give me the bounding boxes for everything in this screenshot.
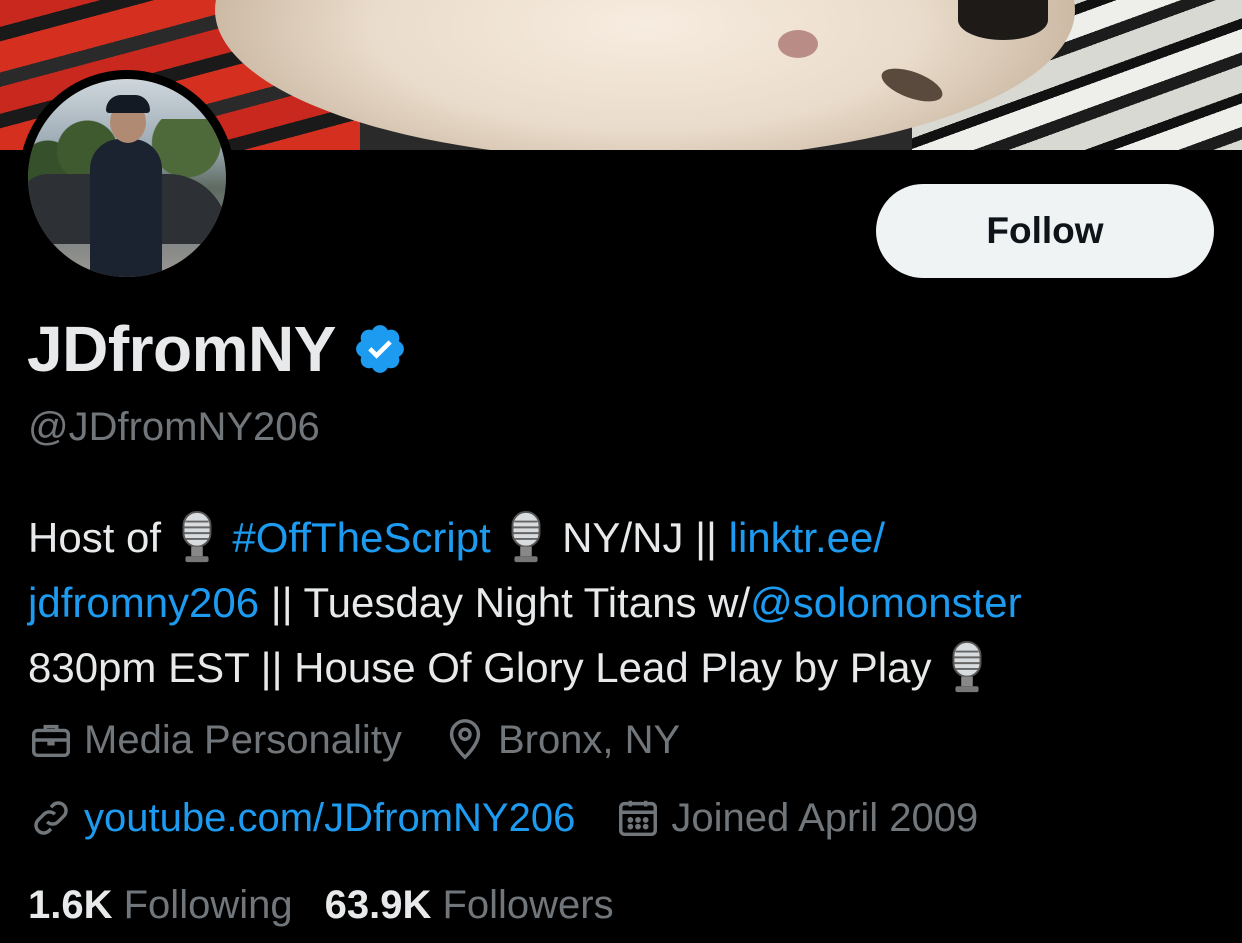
profile-location: Bronx, NY [442,717,680,763]
following-count-link[interactable]: 1.6K Following [28,883,293,928]
microphone-icon [511,510,541,563]
profile-category: Media Personality [28,717,402,763]
bio-text: NY/NJ || [562,514,717,561]
microphone-icon [952,640,982,693]
briefcase-icon [32,724,70,758]
bio-line-2: jdfromny206 || Tuesday Night Titans w/@s… [28,570,1228,635]
profile-bio: Host of #OffTheScript NY/NJ || linktr.ee… [28,505,1228,700]
bio-text: 830pm EST || House Of Glory Lead Play by… [28,644,932,691]
banner-cat-ear [958,0,1048,40]
profile-counts: 1.6K Following 63.9K Followers [28,883,646,928]
category-text: Media Personality [84,717,402,762]
location-text: Bronx, NY [497,717,681,762]
profile-meta-row-2: youtube.com/JDfromNY206 Joined April 200… [28,795,1018,841]
followers-count-link[interactable]: 63.9K Followers [325,883,614,928]
follow-button[interactable]: Follow [876,184,1214,278]
followers-count: 63.9K [324,883,432,927]
profile-website: youtube.com/JDfromNY206 [28,795,575,841]
profile-joined: Joined April 2009 [615,795,978,841]
profile-handle: @JDfromNY206 [28,405,320,449]
website-link[interactable]: youtube.com/JDfromNY206 [84,796,575,841]
profile-meta-row-1: Media Personality Bronx, NY [28,717,720,763]
microphone-icon [182,510,212,563]
bio-mention-link[interactable]: @solomonster [750,579,1021,626]
following-count: 1.6K [28,883,113,927]
bio-text: Host of [28,514,162,561]
avatar-person [90,139,162,277]
following-label: Following [123,883,293,927]
profile-avatar[interactable] [19,70,235,286]
bio-text: || Tuesday Night Titans w/ [270,579,751,626]
avatar-photo [28,79,226,277]
verified-badge-icon[interactable] [352,321,408,377]
calendar-icon [619,800,658,837]
followers-label: Followers [442,883,614,927]
profile-display-name: JDfromNY [27,312,408,386]
bio-linktree-link[interactable]: linktr.ee/ [729,514,885,561]
bio-linktree-link-cont[interactable]: jdfromny206 [28,579,259,626]
banner-cat-nose [778,30,818,58]
location-pin-icon [449,719,481,760]
avatar-cap [106,95,150,113]
bio-hashtag-link[interactable]: #OffTheScript [232,514,490,561]
joined-text: Joined April 2009 [671,795,979,840]
link-icon [34,801,68,835]
bio-line-3: 830pm EST || House Of Glory Lead Play by… [28,635,1228,700]
bio-line-1: Host of #OffTheScript NY/NJ || linktr.ee… [28,505,1228,570]
display-name-text: JDfromNY [27,313,336,385]
